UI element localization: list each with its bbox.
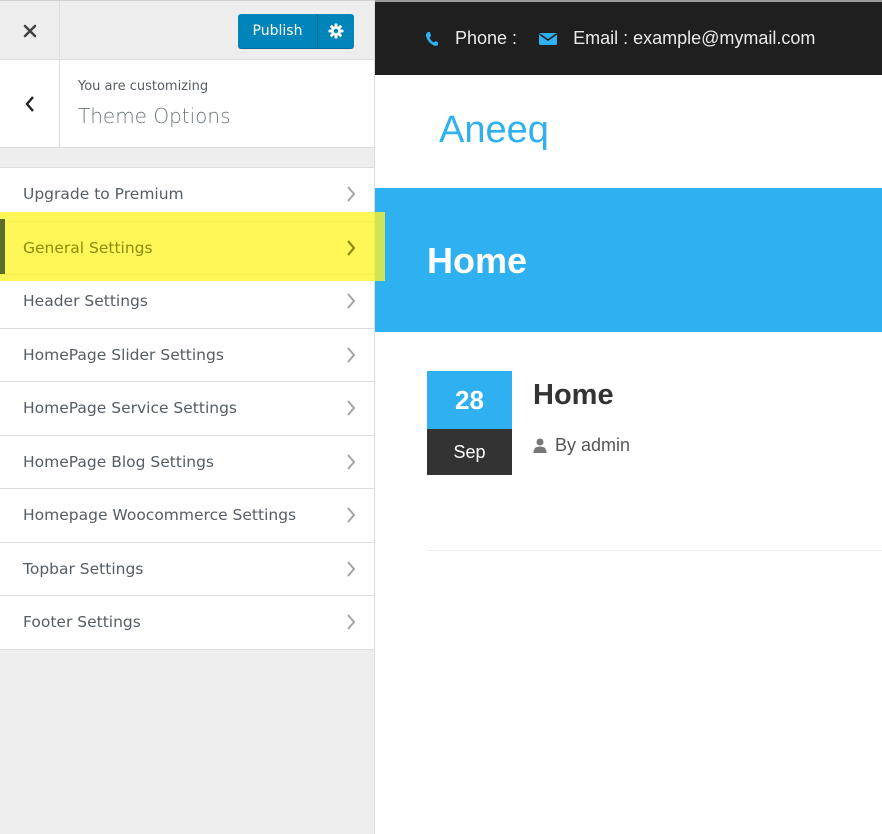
section-header-settings[interactable]: Header Settings xyxy=(0,275,374,329)
section-homepage-service-settings[interactable]: HomePage Service Settings xyxy=(0,382,374,436)
publish-button[interactable]: Publish xyxy=(238,14,318,48)
chevron-right-icon xyxy=(347,454,356,470)
customizer-info: You are customizing Theme Options xyxy=(0,60,374,148)
publish-settings-button[interactable] xyxy=(318,14,354,48)
chevron-right-icon xyxy=(347,186,356,202)
post-date-badge: 28 Sep xyxy=(427,371,512,475)
close-icon xyxy=(23,24,36,37)
section-upgrade-to-premium[interactable]: Upgrade to Premium xyxy=(0,168,374,222)
section-label: General Settings xyxy=(23,238,153,257)
chevron-right-icon xyxy=(347,240,356,256)
site-topbar: Phone : Email : example@mymail.com xyxy=(375,0,882,75)
section-list: Upgrade to Premium General Settings Head… xyxy=(0,167,374,650)
section-label: Homepage Woocommerce Settings xyxy=(23,506,297,525)
chevron-right-icon xyxy=(347,507,356,523)
chevron-right-icon xyxy=(347,614,356,630)
section-footer-settings[interactable]: Footer Settings xyxy=(0,596,374,650)
customizer-header: Publish xyxy=(0,0,374,60)
envelope-icon xyxy=(539,32,558,45)
post-divider xyxy=(427,550,882,551)
customizer-sidebar: Publish You are customizing Theme Option… xyxy=(0,0,375,834)
author-label[interactable]: By admin xyxy=(555,435,630,456)
page-banner: Home xyxy=(375,188,882,332)
post-date-month: Sep xyxy=(427,429,512,475)
chevron-right-icon xyxy=(347,561,356,577)
phone-label: Phone : xyxy=(455,28,518,48)
section-homepage-blog-settings[interactable]: HomePage Blog Settings xyxy=(0,436,374,489)
section-label: HomePage Slider Settings xyxy=(23,345,224,364)
chevron-right-icon xyxy=(347,347,356,363)
section-homepage-woocommerce-settings[interactable]: Homepage Woocommerce Settings xyxy=(0,489,374,543)
topbar-email: Email : example@mymail.com xyxy=(539,28,815,49)
section-topbar-settings[interactable]: Topbar Settings xyxy=(0,543,374,596)
user-icon xyxy=(533,438,547,453)
section-label: Topbar Settings xyxy=(23,559,144,578)
site-preview: Phone : Email : example@mymail.com Aneeq… xyxy=(375,0,882,834)
site-title[interactable]: Aneeq xyxy=(439,109,549,152)
email-label[interactable]: Email : example@mymail.com xyxy=(573,28,815,49)
banner-title: Home xyxy=(427,240,528,281)
section-homepage-slider-settings[interactable]: HomePage Slider Settings xyxy=(0,329,374,382)
section-label: Header Settings xyxy=(23,292,148,311)
chevron-right-icon xyxy=(347,400,356,416)
back-button[interactable] xyxy=(0,60,60,147)
customizing-label: You are customizing xyxy=(78,79,209,94)
topbar-phone: Phone : xyxy=(425,28,517,49)
gear-icon xyxy=(328,23,344,39)
post-author: By admin xyxy=(533,435,630,456)
section-label: HomePage Blog Settings xyxy=(23,452,214,471)
section-label: HomePage Service Settings xyxy=(23,399,238,418)
section-label: Footer Settings xyxy=(23,613,141,632)
phone-icon xyxy=(425,31,438,46)
post-date-day: 28 xyxy=(427,371,512,429)
panel-title: Theme Options xyxy=(78,104,231,128)
section-label: Upgrade to Premium xyxy=(23,185,184,204)
chevron-left-icon xyxy=(24,95,34,112)
chevron-right-icon xyxy=(347,293,356,309)
post-title[interactable]: Home xyxy=(533,379,614,412)
publish-button-group: Publish xyxy=(238,14,354,48)
section-general-settings[interactable]: General Settings xyxy=(0,222,374,275)
close-customizer-button[interactable] xyxy=(0,1,60,60)
